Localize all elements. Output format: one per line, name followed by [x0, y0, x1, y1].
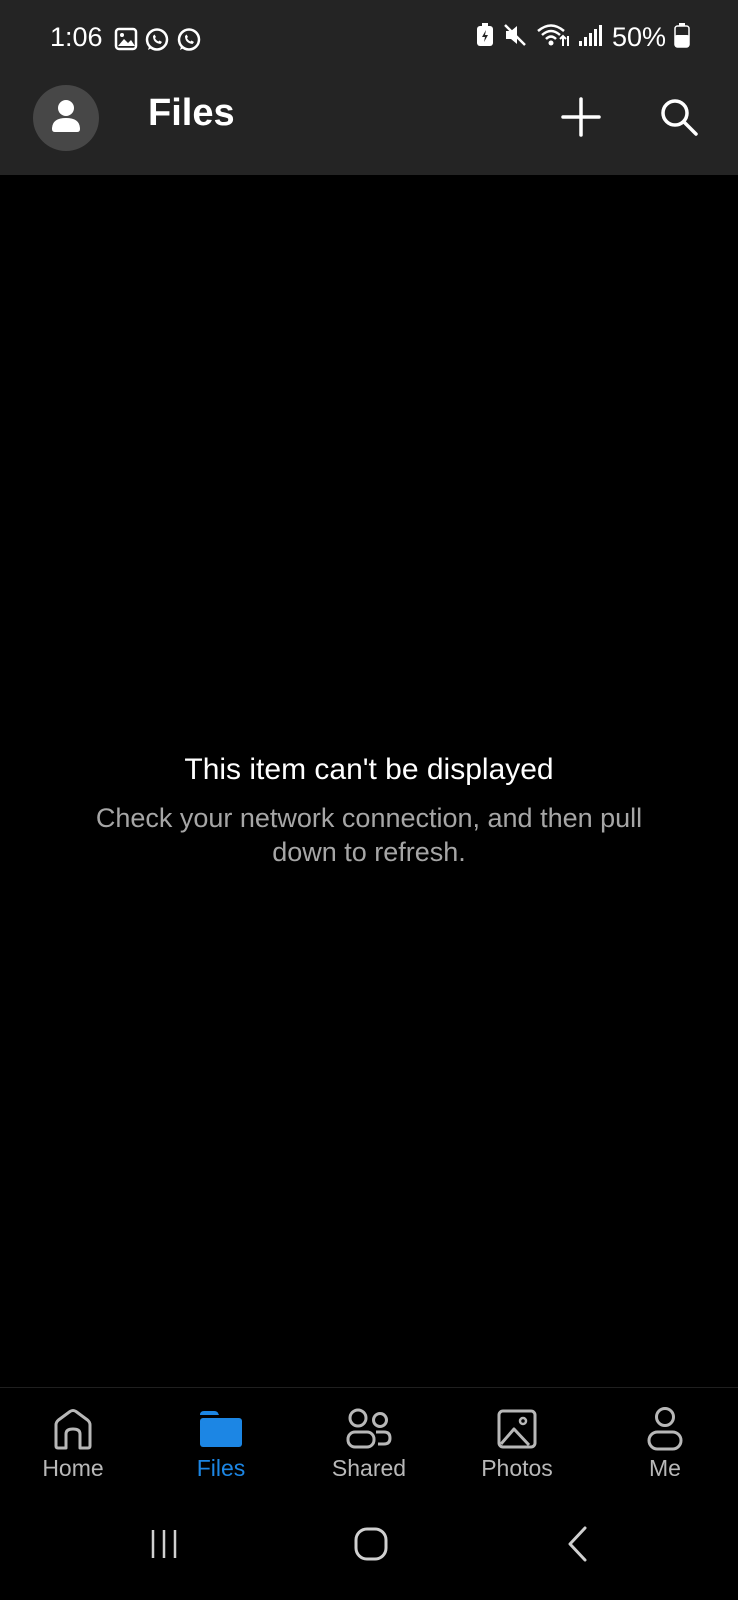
- add-button[interactable]: [556, 94, 606, 144]
- mute-icon: [502, 22, 528, 53]
- empty-state-title: This item can't be displayed: [184, 753, 554, 786]
- notification-icons: [114, 27, 202, 58]
- recent-apps-icon: [147, 1527, 181, 1566]
- nav-item-shared[interactable]: Shared: [309, 1388, 429, 1491]
- nav-label-shared: Shared: [331, 1455, 407, 1481]
- nav-item-photos[interactable]: Photos: [457, 1388, 577, 1491]
- gallery-notification-icon: [114, 27, 138, 58]
- nav-item-me[interactable]: Me: [605, 1388, 725, 1491]
- back-icon: [565, 1525, 591, 1568]
- signal-icon: [578, 23, 604, 52]
- page-title: Files: [148, 92, 235, 134]
- system-status-icons: 50%: [476, 22, 690, 53]
- search-button[interactable]: [654, 94, 704, 144]
- app-bar: Files: [0, 80, 738, 175]
- battery-saver-icon: [476, 23, 494, 52]
- account-avatar-button[interactable]: [33, 85, 99, 151]
- nav-label-me: Me: [649, 1455, 681, 1481]
- whatsapp-icon: [144, 27, 170, 58]
- bottom-navigation: Home Files Shared Photos Me: [0, 1387, 738, 1491]
- add-icon: [561, 96, 601, 142]
- nav-label-photos: Photos: [481, 1455, 553, 1481]
- nav-label-home: Home: [42, 1455, 104, 1481]
- recent-apps-button[interactable]: [134, 1524, 194, 1568]
- whatsapp-icon: [176, 27, 202, 58]
- people-icon: [346, 1407, 392, 1451]
- battery-percentage: 50%: [611, 22, 666, 52]
- search-icon: [659, 97, 699, 142]
- back-button[interactable]: [548, 1524, 608, 1568]
- person-icon: [647, 1407, 683, 1451]
- nav-item-files[interactable]: Files: [161, 1388, 281, 1491]
- status-bar: 1:06 50%: [0, 0, 738, 80]
- empty-state: This item can't be displayed Check your …: [0, 745, 738, 869]
- home-icon: [53, 1407, 93, 1451]
- folder-icon: [199, 1407, 243, 1451]
- battery-icon: [674, 22, 690, 53]
- person-icon: [50, 99, 82, 138]
- empty-state-message: Check your network connection, and then …: [95, 803, 643, 867]
- status-time: 1:06: [50, 22, 103, 52]
- home-button-icon: [353, 1526, 389, 1567]
- nav-label-files: Files: [196, 1455, 246, 1481]
- system-navigation-bar: [0, 1490, 738, 1600]
- screen: 1:06 50% Files This item can't be displa…: [0, 0, 738, 1600]
- wifi-icon: [536, 22, 570, 53]
- photo-icon: [497, 1407, 537, 1451]
- nav-item-home[interactable]: Home: [13, 1388, 133, 1491]
- home-button[interactable]: [341, 1524, 401, 1568]
